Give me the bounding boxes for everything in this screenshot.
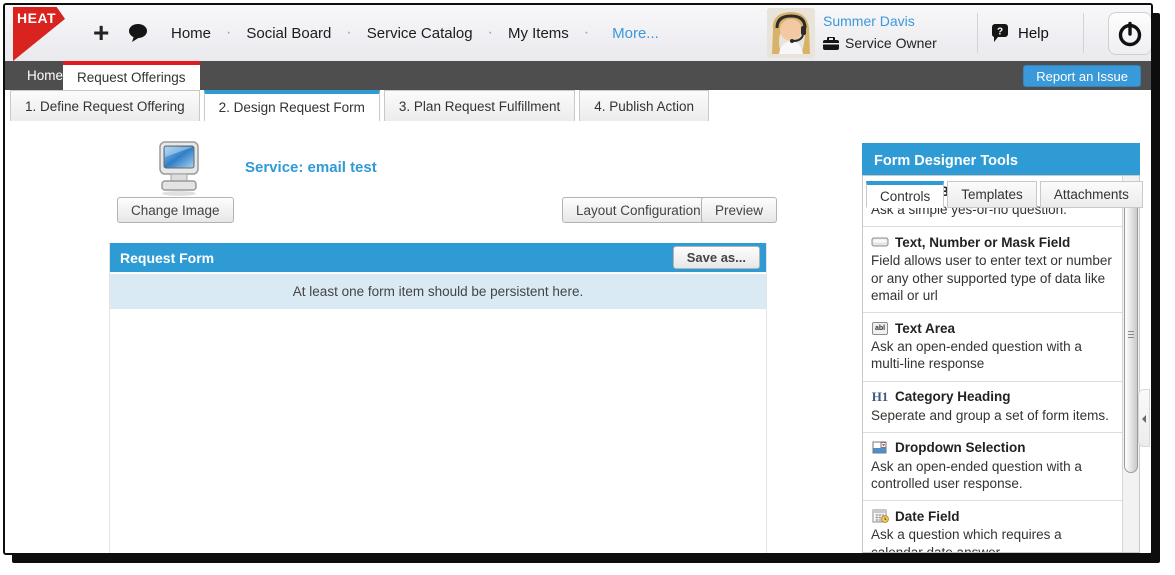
form-designer-panel: Form Designer Tools Controls Templates A… — [862, 143, 1143, 553]
request-form-title: Request Form — [120, 249, 215, 266]
list-item-text-field[interactable]: Text, Number or Mask Field Field allows … — [863, 227, 1122, 314]
user-role: Service Owner — [823, 35, 937, 51]
service-title: Service: email test — [245, 159, 377, 176]
nav-separator — [488, 24, 493, 42]
form-placeholder-message: At least one form item should be persist… — [110, 272, 766, 309]
panel-collapse-handle[interactable] — [1138, 389, 1150, 447]
control-title: Dropdown Selection — [895, 440, 1026, 456]
preview-button[interactable]: Preview — [701, 197, 778, 223]
nav-more[interactable]: More... — [598, 21, 667, 46]
help-button[interactable]: ? Help — [990, 5, 1049, 61]
bar-tab-request-offerings[interactable]: Request Offerings — [63, 61, 200, 90]
controls-list-items: Check Box Ask a simple yes-or-no questio… — [863, 176, 1122, 552]
control-title: Text, Number or Mask Field — [895, 234, 1071, 250]
help-question-glyph: ? — [997, 26, 1003, 37]
control-title: Category Heading — [895, 389, 1011, 405]
tab-controls[interactable]: Controls — [866, 181, 945, 208]
header-divider — [1083, 13, 1084, 53]
control-title: Text Area — [895, 320, 956, 336]
top-header: HEAT + Home Social Board Service Catalog… — [5, 5, 1151, 61]
report-an-issue-button[interactable]: Report an Issue — [1023, 65, 1141, 87]
avatar-image — [767, 8, 815, 58]
main-content: Service: email test Change Image Layout … — [5, 121, 1151, 553]
dropdown-icon — [871, 440, 889, 456]
form-drop-area[interactable] — [110, 311, 766, 553]
controls-list: Check Box Ask a simple yes-or-no questio… — [862, 175, 1140, 553]
add-icon[interactable]: + — [93, 5, 109, 61]
tab-define-request-offering[interactable]: 1. Define Request Offering — [10, 90, 200, 121]
logout-button[interactable] — [1108, 12, 1151, 55]
wizard-tab-row: 1. Define Request Offering 2. Design Req… — [5, 90, 1151, 121]
textfield-icon — [871, 234, 889, 250]
list-item-text-area[interactable]: abl Text Area Ask an open-ended question… — [863, 313, 1122, 382]
chat-bubble-glyph — [129, 24, 147, 42]
nav-my-items[interactable]: My Items — [502, 21, 575, 46]
help-icon: ? — [991, 23, 1008, 42]
nav-separator — [346, 24, 351, 42]
h1-icon-glyph: H1 — [871, 388, 889, 404]
tab-plan-request-fulfillment[interactable]: 3. Plan Request Fulfillment — [383, 90, 576, 121]
list-item-dropdown-selection[interactable]: Dropdown Selection Ask an open-ended que… — [863, 433, 1122, 502]
control-title: Date Field — [895, 508, 960, 524]
header-divider — [977, 13, 978, 53]
heat-logo-text: HEAT — [17, 10, 57, 26]
controls-scrollbar[interactable] — [1122, 176, 1139, 552]
user-role-label: Service Owner — [845, 35, 937, 51]
designer-tabs: Controls Templates Attachments — [862, 178, 1143, 208]
help-label: Help — [1018, 24, 1049, 42]
request-form-panel: Request Form Save as... At least one for… — [109, 243, 767, 553]
control-desc: Ask a question which requires a calendar… — [871, 527, 1062, 552]
nav-service-catalog[interactable]: Service Catalog — [361, 21, 479, 46]
heat-logo[interactable]: HEAT — [13, 7, 65, 61]
service-image — [157, 141, 201, 202]
form-designer-header: Form Designer Tools — [862, 143, 1140, 178]
control-desc: Ask an open-ended question with a contro… — [871, 458, 1082, 492]
calendar-icon — [871, 508, 889, 524]
briefcase-icon — [823, 36, 839, 50]
breadcrumb-bar: Home Request Offerings Report an Issue — [5, 61, 1151, 90]
tab-attachments[interactable]: Attachments — [1039, 181, 1143, 208]
nav-separator — [226, 24, 231, 42]
chat-bubble-icon[interactable] — [127, 5, 151, 61]
main-nav: Home Social Board Service Catalog My Ite… — [165, 5, 667, 61]
control-desc: Field allows user to enter text or numbe… — [871, 253, 1112, 303]
scrollbar-thumb[interactable] — [1124, 195, 1138, 473]
textarea-icon: abl — [871, 320, 889, 336]
textarea-icon-glyph: abl — [872, 321, 888, 335]
scrollbar-grip — [1128, 334, 1134, 335]
nav-separator — [584, 24, 589, 42]
save-as-button[interactable]: Save as... — [672, 246, 760, 269]
tab-design-request-form[interactable]: 2. Design Request Form — [203, 90, 380, 121]
list-item-category-heading[interactable]: H1 Category Heading Seperate and group a… — [863, 382, 1122, 433]
request-form-header: Request Form Save as... — [110, 243, 766, 272]
user-avatar[interactable] — [767, 8, 815, 58]
layout-configuration-button[interactable]: Layout Configuration — [562, 197, 715, 223]
power-icon — [1118, 21, 1142, 46]
app-window: HEAT + Home Social Board Service Catalog… — [3, 3, 1153, 555]
tab-templates[interactable]: Templates — [947, 181, 1037, 208]
control-desc: Seperate and group a set of form items. — [871, 407, 1109, 423]
change-image-button[interactable]: Change Image — [117, 197, 234, 223]
tab-publish-action[interactable]: 4. Publish Action — [579, 90, 710, 121]
list-item-date-field[interactable]: Date Field Ask a question which requires… — [863, 501, 1122, 552]
nav-social-board[interactable]: Social Board — [240, 21, 337, 46]
monitor-icon — [159, 141, 199, 196]
user-name[interactable]: Summer Davis — [823, 13, 937, 29]
h1-heading-icon: H1 — [871, 389, 889, 405]
nav-home[interactable]: Home — [165, 21, 217, 46]
control-desc: Ask an open-ended question with a multi-… — [871, 339, 1082, 372]
user-block: Summer Davis Service Owner — [823, 13, 937, 51]
